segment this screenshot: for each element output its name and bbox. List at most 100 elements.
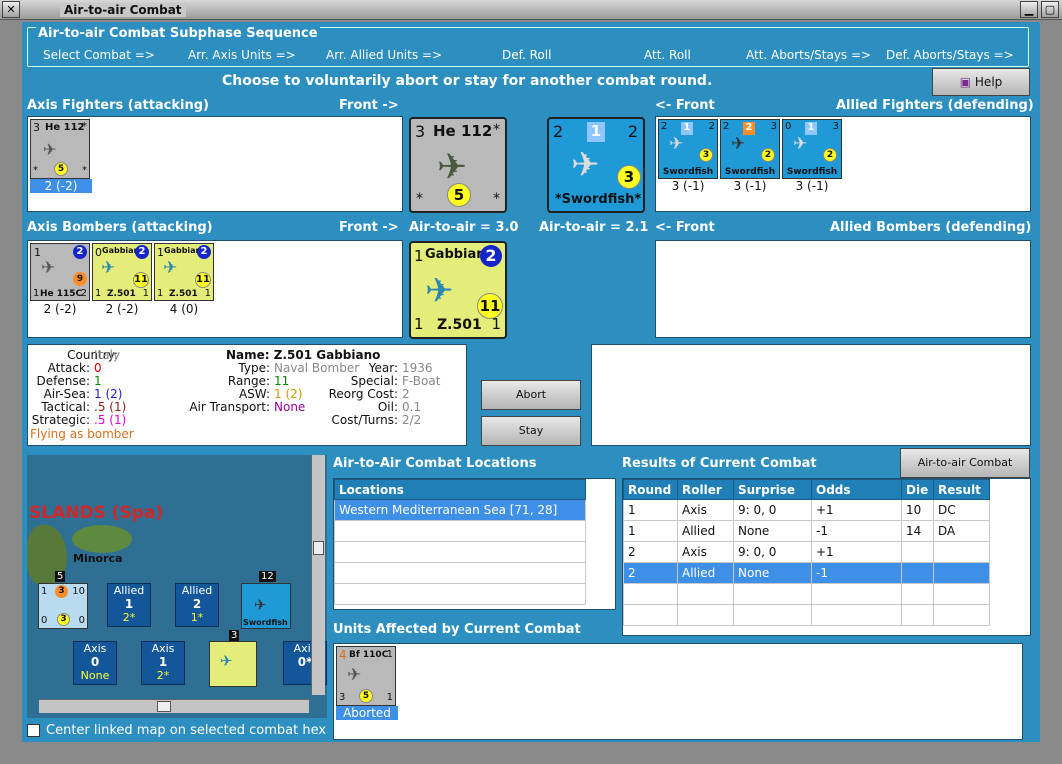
info-special-key: Special: <box>350 374 398 388</box>
unit-counter-he115c[interactable]: 1 2 ✈ 9 1 He 115C 2 <box>30 243 90 301</box>
cell: Axis <box>677 541 734 563</box>
plane-icon: ✈ <box>347 665 362 685</box>
box-side: Allied <box>181 584 213 597</box>
counter-b: 3 <box>55 585 68 598</box>
box-sub: 2* <box>156 669 170 682</box>
minimize-button[interactable]: ▁ <box>1020 1 1038 18</box>
unit-counter-gabbiano[interactable]: 0 Gabbiano 2 ✈ 11 1 Z.501 1 <box>92 243 152 301</box>
box-sub: 1* <box>190 611 204 624</box>
info-range-value: 11 <box>274 374 290 388</box>
map-vertical-scrollbar[interactable] <box>311 455 325 695</box>
result-row[interactable]: 2 Axis 9: 0, 0 +1 <box>623 541 990 563</box>
map-axis-box[interactable]: Axis 0 None <box>73 641 117 685</box>
counter-a: 2 <box>553 122 564 141</box>
cell: 2 <box>623 562 678 584</box>
cell <box>933 541 990 563</box>
step-def-roll: Def. Roll <box>502 48 552 62</box>
counter-br: 1 <box>204 288 211 299</box>
linked-map[interactable]: SLANDS (Spa) Minorca 5 1 3 10 0 3 0 Alli… <box>27 455 327 718</box>
info-asw-key: ASW: <box>238 387 270 401</box>
unit-counter-he112[interactable]: 3 He 112 * ✈ * * 5 <box>30 119 90 179</box>
result-row[interactable]: 1 Axis 9: 0, 0 +1 10 DC <box>623 499 990 521</box>
info-defense-key: Defense: <box>36 374 90 388</box>
counter-d: 0 <box>41 615 48 626</box>
scroll-thumb[interactable] <box>157 701 171 712</box>
front-axis-bomber[interactable]: 1 Gabbiano 2 ✈ 11 1 Z.501 1 <box>409 241 507 339</box>
cell: 2 <box>623 541 678 563</box>
seaplane-icon: ✈ <box>220 652 233 670</box>
cell <box>901 562 934 584</box>
center-map-checkbox[interactable] <box>27 724 40 737</box>
subphase-sequence: Air-to-air Combat Subphase Sequence Sele… <box>27 26 1029 67</box>
location-row[interactable]: Western Mediterranean Sea [71, 28] <box>334 499 586 521</box>
axis-bombers-list[interactable]: 1 2 ✈ 9 1 He 115C 2 2 (-2) 0 Gabbiano 2 … <box>27 240 403 338</box>
counter-name: He 112 <box>45 122 85 133</box>
unit-counter-swordfish[interactable]: 2 1 2 ✈ 3 Swordfish <box>658 119 718 179</box>
map-stack-ship[interactable]: 1 3 10 0 3 0 <box>38 583 88 629</box>
map-stack-swordfish[interactable]: ✈ Swordfish <box>241 583 291 629</box>
cell: 14 <box>901 520 934 542</box>
counter-badge: 2 <box>73 245 87 259</box>
map-stack-gabbiano[interactable]: ✈ <box>209 641 257 687</box>
map-horizontal-scrollbar[interactable] <box>39 699 309 713</box>
counter-value: 2 <box>761 148 775 162</box>
info-airsea-key: Air-Sea: <box>43 387 90 401</box>
unit-counter-bf110c[interactable]: 4 Bf 110C 1 ✈ 3 5 1 <box>336 646 396 706</box>
stack-count: 12 <box>259 571 276 582</box>
info-oil-key: Oil: <box>377 400 398 414</box>
affected-units-list[interactable]: 4 Bf 110C 1 ✈ 3 5 1 Aborted <box>333 643 1023 740</box>
front-allied-fighter[interactable]: 2 1 2 ✈ 3 *Swordfish* <box>547 117 645 213</box>
counter-value: 5 <box>54 162 68 176</box>
allied-air-rating: Air-to-air = 2.1 <box>539 220 649 235</box>
unit-counter-swordfish[interactable]: 2 2 3 ✈ 2 Swordfish <box>720 119 780 179</box>
counter-bl: 1 <box>157 288 164 299</box>
counter-top: 4 <box>339 648 347 662</box>
counter-br: 2 <box>80 288 87 299</box>
step-arr-allied: Arr. Allied Units => <box>326 48 443 62</box>
axis-fighters-list[interactable]: 3 He 112 * ✈ * * 5 2 (-2) <box>27 116 403 212</box>
allied-bombers-front: <- Front <box>655 220 715 235</box>
help-button[interactable]: ▣ Help <box>932 68 1030 96</box>
unit-caption: 3 (-1) <box>795 179 829 193</box>
close-window-button[interactable]: ✕ <box>2 1 20 18</box>
stay-button[interactable]: Stay <box>481 416 581 446</box>
locations-list[interactable]: Locations Western Mediterranean Sea [71,… <box>333 478 616 610</box>
cell: -1 <box>811 562 902 584</box>
unit-counter-swordfish[interactable]: 0 1 3 ✈ 2 Swordfish <box>782 119 842 179</box>
counter-br: 1 <box>386 692 393 703</box>
counter-br: 1 <box>491 315 501 333</box>
abort-button[interactable]: Abort <box>481 380 581 410</box>
maximize-button[interactable]: ▢ <box>1041 1 1059 18</box>
instruction-text: Choose to voluntarily abort or stay for … <box>222 73 713 89</box>
result-row[interactable]: 1 Allied None -1 14 DA <box>623 520 990 542</box>
info-year-value: 1936 <box>402 361 433 375</box>
front-axis-fighter[interactable]: 3 He 112 * ✈ * * 5 <box>409 117 507 213</box>
allied-bombers-list[interactable] <box>655 240 1031 338</box>
map-allied-box[interactable]: Allied 1 2* <box>107 583 151 627</box>
results-col-roller: Roller <box>677 479 734 500</box>
counter-a: 0 <box>785 121 792 132</box>
counter-name: He 112 <box>433 122 493 140</box>
map-axis-box[interactable]: Axis 1 2* <box>141 641 185 685</box>
results-panel[interactable]: Round Roller Surprise Odds Die Result 1A… <box>622 478 1031 636</box>
cell: 9: 0, 0 <box>733 541 812 563</box>
counter-star: * <box>82 121 87 132</box>
unit-caption: 3 (-1) <box>733 179 767 193</box>
results-table: Round Roller Surprise Odds Die Result 1A… <box>623 479 990 626</box>
location-row-empty <box>334 583 586 605</box>
axis-bombers-front: Front -> <box>339 220 399 235</box>
cell: None <box>733 520 812 542</box>
location-row-empty <box>334 562 586 584</box>
allied-fighters-list[interactable]: 2 1 2 ✈ 3 Swordfish 3 (-1) 2 2 3 ✈ 2 Swo… <box>655 116 1031 212</box>
info-tactical-value: .5 (1) <box>94 400 127 414</box>
box-sub: None <box>80 669 110 682</box>
map-allied-box[interactable]: Allied 2 1* <box>175 583 219 627</box>
counter-star: * <box>33 165 38 176</box>
info-type-key: Type: <box>238 361 270 375</box>
info-attack-key: Attack: <box>47 361 90 375</box>
air-combat-chart-button[interactable]: Air-to-air Combat Chart <box>900 448 1030 497</box>
unit-counter-gabbiano[interactable]: 1 Gabbiano 2 ✈ 11 1 Z.501 1 <box>154 243 214 301</box>
scroll-thumb[interactable] <box>313 541 324 555</box>
result-row-selected[interactable]: 2 Allied None -1 <box>623 562 990 584</box>
step-select-combat: Select Combat => <box>43 48 155 62</box>
